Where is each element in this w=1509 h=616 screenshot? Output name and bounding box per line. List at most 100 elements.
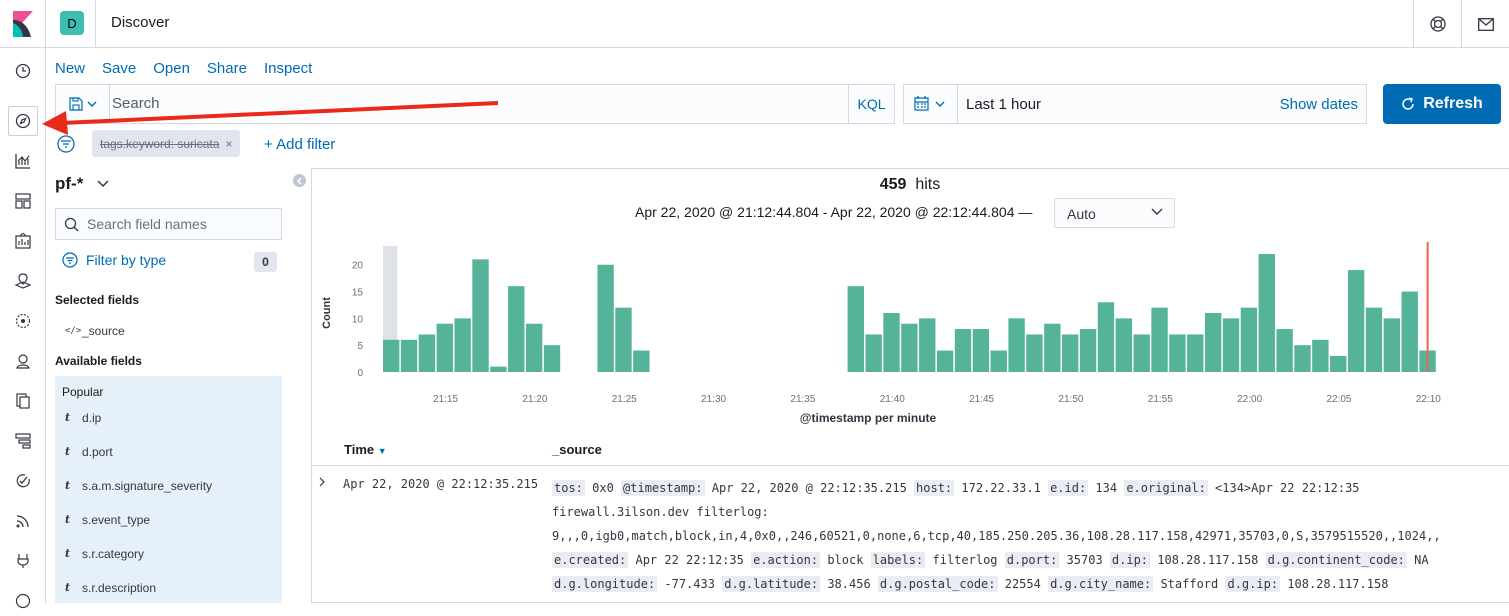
mail-icon[interactable] — [1461, 0, 1509, 48]
chart-bar[interactable] — [1062, 334, 1079, 372]
chart-bar[interactable] — [1401, 291, 1418, 372]
time-column-header[interactable]: Time ▼ — [344, 442, 387, 457]
visualize-icon[interactable] — [8, 146, 38, 176]
chart-bar[interactable] — [1187, 334, 1204, 372]
chart-bar[interactable] — [400, 339, 418, 372]
open-button[interactable]: Open — [153, 60, 190, 77]
collapse-sidebar-button[interactable] — [293, 174, 306, 187]
chart-bar[interactable] — [543, 345, 561, 372]
filter-menu-icon[interactable] — [55, 133, 77, 155]
chart-bar[interactable] — [1347, 270, 1365, 372]
chart-bar[interactable] — [1008, 318, 1025, 372]
chart-bar[interactable] — [490, 366, 507, 372]
space-avatar[interactable]: D — [60, 11, 84, 35]
chart-bar[interactable] — [436, 323, 453, 372]
uptime-icon[interactable] — [8, 426, 38, 456]
chart-bar[interactable] — [1312, 339, 1329, 372]
chart-bar[interactable] — [508, 286, 525, 372]
help-icon[interactable] — [1413, 0, 1461, 48]
chart-bar[interactable] — [919, 318, 936, 372]
logs-icon[interactable] — [8, 386, 38, 416]
chart-bar[interactable] — [1169, 334, 1186, 372]
search-input[interactable]: Search — [112, 95, 160, 112]
share-button[interactable]: Share — [207, 60, 247, 77]
field-item-source[interactable]: </> _source — [55, 314, 282, 348]
add-filter-button[interactable]: + Add filter — [264, 136, 335, 153]
field-type-icon: t — [65, 547, 71, 560]
expand-row-chevron-icon[interactable] — [318, 476, 326, 490]
chart-bar[interactable] — [1258, 254, 1275, 372]
chart-bar[interactable] — [1079, 329, 1097, 372]
discover-compass-icon[interactable] — [8, 106, 38, 136]
date-range-text[interactable]: Last 1 hour — [966, 96, 1041, 113]
chart-bar[interactable] — [954, 329, 972, 372]
chart-bar[interactable] — [1044, 323, 1061, 372]
chart-bar[interactable] — [1204, 313, 1222, 372]
recently-viewed-clock-icon[interactable] — [8, 56, 38, 86]
chart-bar[interactable] — [597, 264, 614, 372]
source-field-value: block — [820, 553, 871, 567]
chart-bar[interactable] — [1222, 318, 1240, 372]
quick-menu-button[interactable] — [904, 85, 958, 123]
apm-icon[interactable] — [8, 466, 38, 496]
field-name: d.port — [82, 445, 113, 459]
saved-query-button[interactable] — [56, 85, 110, 123]
save-button[interactable]: Save — [102, 60, 136, 77]
chart-bar[interactable] — [472, 259, 489, 372]
chart-bar[interactable] — [1365, 307, 1383, 372]
ml-icon[interactable] — [8, 306, 38, 336]
chart-bar[interactable] — [1115, 318, 1132, 372]
refresh-button[interactable]: Refresh — [1383, 84, 1501, 124]
chart-bar[interactable] — [990, 350, 1007, 372]
chart-bar[interactable] — [1294, 345, 1311, 372]
filter-by-type-label: Filter by type — [86, 252, 167, 268]
chart-bar[interactable] — [1330, 355, 1347, 372]
siem-icon[interactable] — [8, 346, 38, 376]
stack-monitoring-icon[interactable] — [8, 506, 38, 536]
interval-select[interactable]: Auto — [1054, 198, 1175, 228]
close-icon[interactable]: × — [225, 137, 232, 151]
chart-bar[interactable] — [1151, 307, 1168, 372]
chart-bar[interactable] — [883, 313, 900, 372]
monitoring-icon[interactable] — [8, 586, 38, 616]
index-pattern-selector[interactable]: pf-* — [55, 174, 110, 194]
field-item[interactable]: t s.r.description — [55, 571, 282, 605]
show-dates-button[interactable]: Show dates — [1280, 96, 1358, 113]
chart-bar[interactable] — [1097, 302, 1115, 372]
new-button[interactable]: New — [55, 60, 85, 77]
sort-down-icon[interactable]: ▼ — [378, 446, 387, 456]
chart-bar[interactable] — [615, 307, 632, 372]
filter-pill[interactable]: tags.keyword: suricata × — [92, 130, 241, 157]
chart-bar[interactable] — [454, 318, 471, 372]
chart-bar[interactable] — [525, 323, 543, 372]
source-column-header: _source — [552, 442, 602, 457]
inspect-button[interactable]: Inspect — [264, 60, 312, 77]
histogram-chart[interactable]: 0 5 10 15 20 21:15 21:20 21:25 21:30 21:35 21:40 21… — [311, 236, 1509, 432]
field-item[interactable]: t s.r.category — [55, 537, 282, 571]
canvas-icon[interactable] — [8, 226, 38, 256]
chart-bar[interactable] — [1240, 307, 1258, 372]
chart-bar[interactable] — [1276, 329, 1293, 372]
field-item[interactable]: t d.port — [55, 435, 282, 469]
kibana-logo[interactable] — [0, 0, 46, 48]
field-item[interactable]: t s.event_type — [55, 503, 282, 537]
chart-bar[interactable] — [972, 329, 990, 372]
chart-bar[interactable] — [418, 334, 436, 372]
chart-bar[interactable] — [1026, 334, 1043, 372]
kql-language-button[interactable]: KQL — [848, 85, 894, 123]
chart-bar[interactable] — [1133, 334, 1150, 372]
field-item[interactable]: t d.ip — [55, 401, 282, 435]
filter-by-type-button[interactable]: Filter by type — [62, 252, 166, 268]
chart-bar[interactable] — [633, 350, 650, 372]
dashboard-icon[interactable] — [8, 186, 38, 216]
chart-bar[interactable] — [847, 286, 864, 372]
chart-bar[interactable] — [865, 334, 882, 372]
field-search-input[interactable]: Search field names — [55, 208, 282, 240]
maps-icon[interactable] — [8, 266, 38, 296]
dev-tools-icon[interactable] — [8, 546, 38, 576]
field-item[interactable]: t s.a.m.signature_severity — [55, 469, 282, 503]
chart-bar[interactable] — [936, 350, 954, 372]
chart-bar[interactable] — [383, 339, 400, 372]
chart-bar[interactable] — [901, 323, 918, 372]
chart-bar[interactable] — [1383, 318, 1401, 372]
